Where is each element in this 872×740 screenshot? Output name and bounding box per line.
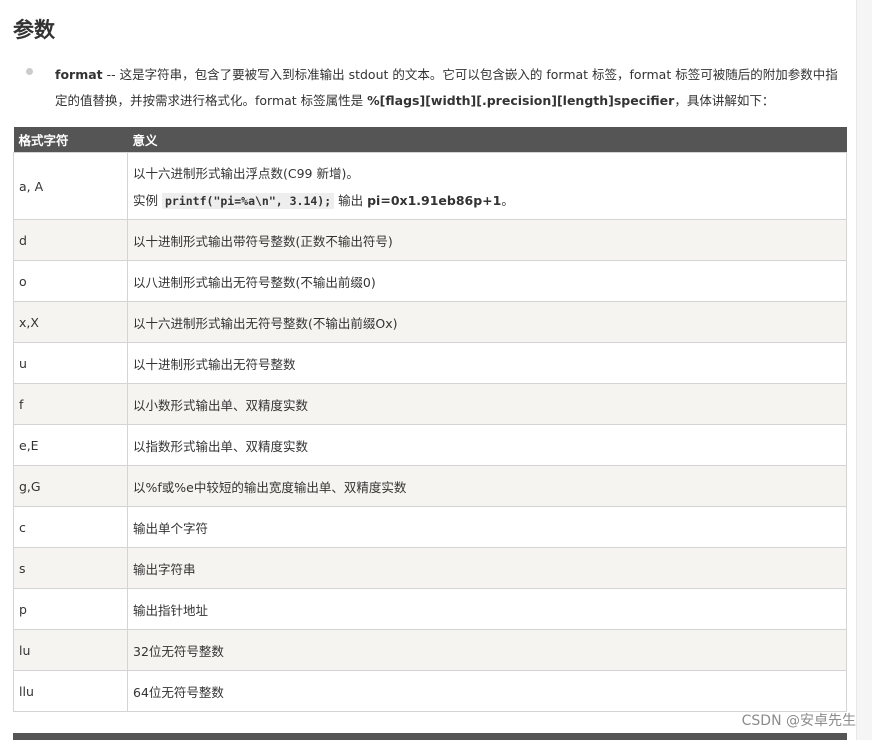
example-code: printf("pi=%a\n", 3.14);	[161, 193, 335, 209]
table-row: d 以十进制形式输出带符号整数(正数不输出符号)	[13, 219, 847, 261]
csdn-watermark: CSDN @安卓先生	[741, 713, 856, 729]
table-row: o 以八进制形式输出无符号整数(不输出前缀0)	[13, 260, 847, 302]
example-prefix: 实例	[133, 193, 162, 208]
meaning-line-1: 以十六进制形式输出浮点数(C99 新增)。	[133, 166, 359, 181]
description-text-2: ，具体讲解如下：	[674, 93, 775, 108]
section-heading: 参数	[13, 18, 55, 42]
example-end: 。	[501, 193, 514, 208]
cell-meaning: 输出单个字符	[127, 506, 847, 548]
format-term: format	[55, 67, 103, 82]
cell-meaning: 以指数形式输出单、双精度实数	[127, 424, 847, 466]
meaning-example: 实例 printf("pi=%a\n", 3.14); 输出 pi=0x1.91…	[133, 190, 841, 209]
cell-meaning: 以小数形式输出单、双精度实数	[127, 383, 847, 425]
cell-char: f	[13, 383, 128, 425]
cell-meaning: 64位无符号整数	[127, 670, 847, 712]
cell-char: c	[13, 506, 128, 548]
cell-meaning: 以十六进制形式输出浮点数(C99 新增)。 实例 printf("pi=%a\n…	[127, 152, 847, 220]
cell-meaning: 以八进制形式输出无符号整数(不输出前缀0)	[127, 260, 847, 302]
article-content: 参数 format -- 这是字符串，包含了要被写入到标准输出 stdout 的…	[0, 0, 856, 740]
cell-meaning: 32位无符号整数	[127, 629, 847, 671]
cell-meaning: 以十进制形式输出无符号整数	[127, 342, 847, 384]
table-row: p 输出指针地址	[13, 588, 847, 630]
format-prototype: %[flags][width][.precision][length]speci…	[367, 93, 675, 108]
table-row: lu 32位无符号整数	[13, 629, 847, 671]
table-header-row: 格式字符 意义	[13, 127, 847, 153]
format-description: format -- 这是字符串，包含了要被写入到标准输出 stdout 的文本。…	[55, 62, 845, 114]
cell-char: p	[13, 588, 128, 630]
table-row: c 输出单个字符	[13, 506, 847, 548]
table-row: x,X 以十六进制形式输出无符号整数(不输出前缀Ox)	[13, 301, 847, 343]
header-format-char: 格式字符	[13, 127, 128, 153]
cell-char: s	[13, 547, 128, 589]
next-table-header-bar	[13, 733, 847, 740]
cell-char: g,G	[13, 465, 128, 507]
cell-char: d	[13, 219, 128, 261]
cell-meaning: 输出字符串	[127, 547, 847, 589]
table-row: g,G 以%f或%e中较短的输出宽度输出单、双精度实数	[13, 465, 847, 507]
cell-meaning: 以%f或%e中较短的输出宽度输出单、双精度实数	[127, 465, 847, 507]
cell-char: lu	[13, 629, 128, 671]
cell-meaning: 以十六进制形式输出无符号整数(不输出前缀Ox)	[127, 301, 847, 343]
cell-char: x,X	[13, 301, 128, 343]
page-scroll-gutter	[856, 0, 872, 740]
cell-meaning: 输出指针地址	[127, 588, 847, 630]
table-row: a, A 以十六进制形式输出浮点数(C99 新增)。 实例 printf("pi…	[13, 152, 847, 220]
cell-char: a, A	[13, 152, 128, 220]
cell-char: u	[13, 342, 128, 384]
table-row: s 输出字符串	[13, 547, 847, 589]
example-result: pi=0x1.91eb86p+1	[367, 193, 502, 208]
table-row: f 以小数形式输出单、双精度实数	[13, 383, 847, 425]
cell-char: o	[13, 260, 128, 302]
table-row: llu 64位无符号整数	[13, 670, 847, 712]
header-meaning: 意义	[127, 127, 847, 153]
table-row: e,E 以指数形式输出单、双精度实数	[13, 424, 847, 466]
format-specifier-table: 格式字符 意义 a, A 以十六进制形式输出浮点数(C99 新增)。 实例 pr…	[13, 127, 847, 712]
example-mid: 输出	[334, 193, 368, 208]
table-row: u 以十进制形式输出无符号整数	[13, 342, 847, 384]
cell-meaning: 以十进制形式输出带符号整数(正数不输出符号)	[127, 219, 847, 261]
cell-char: llu	[13, 670, 128, 712]
bullet-dot-icon	[26, 68, 33, 75]
cell-char: e,E	[13, 424, 128, 466]
